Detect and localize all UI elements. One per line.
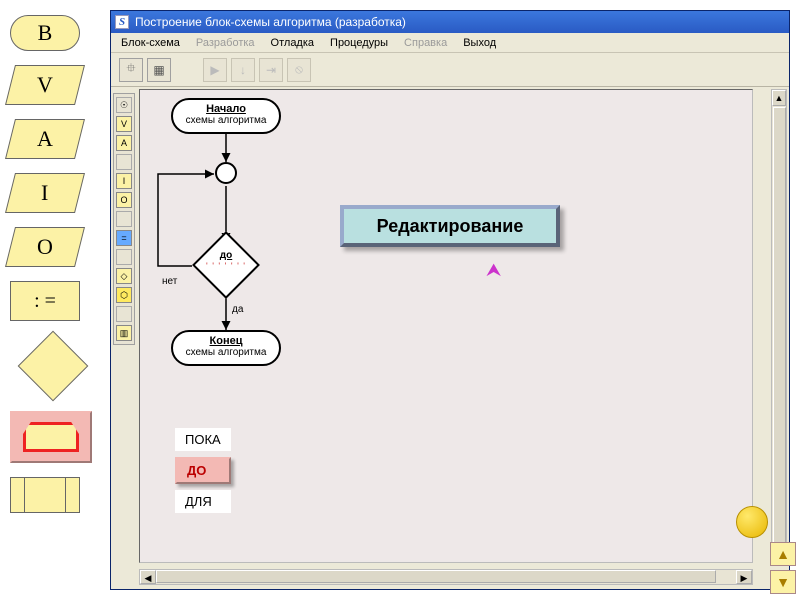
tool-step-up-icon[interactable]: ⇥ xyxy=(259,58,283,82)
tool-grid-icon[interactable]: ▦ xyxy=(147,58,171,82)
vertical-scrollbar[interactable]: ▲ ▼ xyxy=(771,89,787,563)
palette-io-v[interactable]: V xyxy=(5,65,85,105)
palette-terminator[interactable]: B xyxy=(10,15,80,51)
palette-io-i[interactable]: I xyxy=(5,173,85,213)
flow-lines xyxy=(140,90,753,563)
smiley-icon xyxy=(736,506,768,538)
palette-decision[interactable] xyxy=(17,331,88,402)
side-a-icon[interactable]: A xyxy=(116,135,132,151)
title-bar: S Построение блок-схемы алгоритма (разра… xyxy=(111,11,789,33)
side-sep2 xyxy=(116,211,132,227)
side-o-icon[interactable]: O xyxy=(116,192,132,208)
scroll-up-icon[interactable]: ▲ xyxy=(772,90,786,106)
palette-assign[interactable]: : = xyxy=(10,281,80,321)
nav-up-button[interactable]: ▲ xyxy=(770,542,796,566)
side-sep4 xyxy=(116,306,132,322)
app-icon: S xyxy=(115,15,129,29)
menu-blockscheme[interactable]: Блок-схема xyxy=(121,37,180,49)
scroll-right-icon[interactable]: ▶ xyxy=(736,570,752,584)
side-loop-icon[interactable]: ⬡ xyxy=(116,287,132,303)
edit-mode-banner[interactable]: Редактирование xyxy=(340,205,560,247)
horizontal-scrollbar[interactable]: ◀ ▶ xyxy=(139,569,753,585)
loop-while[interactable]: ПОКА xyxy=(175,428,231,451)
canvas[interactable]: Началосхемы алгоритма до' ' ' ' ' ' ' не… xyxy=(139,89,753,563)
app-window: S Построение блок-схемы алгоритма (разра… xyxy=(110,10,790,590)
menu-procedures[interactable]: Процедуры xyxy=(330,37,388,49)
node-connector[interactable] xyxy=(215,162,237,184)
side-sep3 xyxy=(116,249,132,265)
loop-type-list: ПОКА ДО ДЛЯ xyxy=(175,428,231,513)
side-coin-icon[interactable]: ☉ xyxy=(116,97,132,113)
node-end[interactable]: Конецсхемы алгоритма xyxy=(171,330,281,366)
side-assign-icon[interactable]: = xyxy=(116,230,132,246)
node-decision[interactable]: до' ' ' ' ' ' ' xyxy=(192,242,260,288)
workspace: ☉ V A I O = ◇ ⬡ ▥ Началосхемы xyxy=(111,87,789,587)
side-sep1 xyxy=(116,154,132,170)
scroll-left-icon[interactable]: ◀ xyxy=(140,570,156,584)
menu-development[interactable]: Разработка xyxy=(196,37,255,49)
tool-stop-icon[interactable]: ⦸ xyxy=(287,58,311,82)
window-title: Построение блок-схемы алгоритма (разрабо… xyxy=(135,15,406,29)
shape-palette: B V A I O : = xyxy=(10,15,95,513)
palette-io-o[interactable]: O xyxy=(5,227,85,267)
scroll-thumb-v[interactable] xyxy=(773,107,786,545)
palette-loop-selected[interactable] xyxy=(10,411,92,463)
tool-step-down-icon[interactable]: ↓ xyxy=(231,58,255,82)
menu-help[interactable]: Справка xyxy=(404,37,447,49)
loop-until[interactable]: ДО xyxy=(175,457,231,484)
palette-io-a[interactable]: A xyxy=(5,119,85,159)
toolbar: ⯐ ▦ ▶ ↓ ⇥ ⦸ xyxy=(111,53,789,87)
tool-play-icon[interactable]: ▶ xyxy=(203,58,227,82)
side-v-icon[interactable]: V xyxy=(116,116,132,132)
side-sub-icon[interactable]: ▥ xyxy=(116,325,132,341)
tool-zoom-in-icon[interactable]: ⯐ xyxy=(119,58,143,82)
loop-for[interactable]: ДЛЯ xyxy=(175,490,231,513)
side-i-icon[interactable]: I xyxy=(116,173,132,189)
label-no: нет xyxy=(162,276,177,287)
nav-down-button[interactable]: ▼ xyxy=(770,570,796,594)
side-toolbar: ☉ V A I O = ◇ ⬡ ▥ xyxy=(113,93,135,345)
menu-exit[interactable]: Выход xyxy=(463,37,496,49)
label-yes: да xyxy=(232,304,243,315)
scroll-thumb-h[interactable] xyxy=(156,570,716,583)
side-decision-icon[interactable]: ◇ xyxy=(116,268,132,284)
cursor-pointer-icon: ⮝ xyxy=(486,260,501,281)
menu-debug[interactable]: Отладка xyxy=(271,37,314,49)
node-start[interactable]: Началосхемы алгоритма xyxy=(171,98,281,134)
palette-subprocess[interactable] xyxy=(10,477,80,513)
menu-bar: Блок-схема Разработка Отладка Процедуры … xyxy=(111,33,789,53)
